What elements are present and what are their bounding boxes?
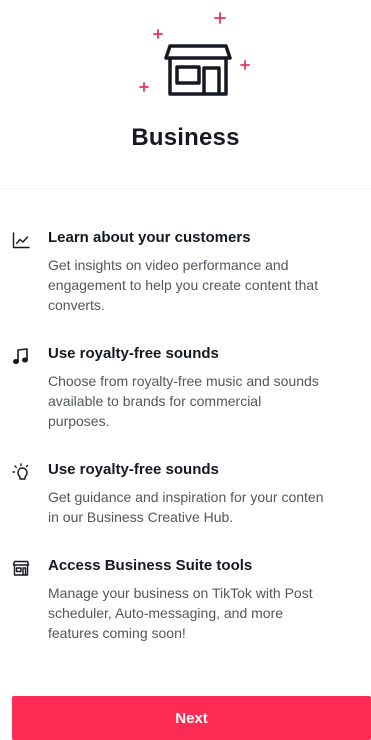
hero-header: Business (0, 0, 371, 165)
storefront-icon (139, 12, 250, 96)
section-divider (0, 188, 371, 189)
feature-description: Choose from royalty-free music and sound… (48, 371, 366, 431)
description-line: in our Business Creative Hub. (48, 509, 234, 525)
feature-title: Use royalty-free sounds (48, 345, 219, 362)
feature-item-customer-insights: Learn about your customers Get insights … (0, 228, 371, 315)
feature-item-business-suite: Access Business Suite tools Manage your … (0, 556, 371, 643)
store-icon (12, 560, 30, 576)
feature-description: Manage your business on TikTok with Post… (48, 583, 366, 643)
feature-title: Use royalty-free sounds (48, 461, 219, 478)
description-line: engagement to help you create content th… (48, 277, 319, 293)
feature-title: Learn about your customers (48, 229, 251, 246)
feature-description: Get guidance and inspiration for your co… (48, 487, 366, 527)
description-line: available to brands for commercial (48, 393, 262, 409)
feature-description: Get insights on video performance and en… (48, 255, 366, 315)
feature-title: Access Business Suite tools (48, 557, 253, 574)
feature-item-creative-hub: Use royalty-free sounds Get guidance and… (0, 460, 371, 527)
music-note-icon (12, 348, 29, 365)
description-line: scheduler, Auto-messaging, and more (48, 605, 284, 621)
next-button[interactable]: Next (12, 696, 371, 740)
lightbulb-icon (12, 463, 29, 480)
sparkle-decoration (139, 12, 250, 92)
description-line: Choose from royalty-free music and sound… (48, 373, 319, 389)
description-line: converts. (48, 297, 105, 313)
description-line: Get insights on video performance and (48, 257, 289, 273)
feature-item-royalty-free-sounds: Use royalty-free sounds Choose from roya… (0, 344, 371, 431)
page-title: Business (131, 124, 240, 151)
analytics-chart-icon (12, 232, 30, 249)
description-line: purposes. (48, 413, 110, 429)
description-line: Get guidance and inspiration for your co… (48, 489, 324, 505)
description-line: Manage your business on TikTok with Post (48, 585, 313, 601)
feature-list: Learn about your customers Get insights … (0, 228, 371, 643)
description-line: features coming soon! (48, 625, 186, 641)
